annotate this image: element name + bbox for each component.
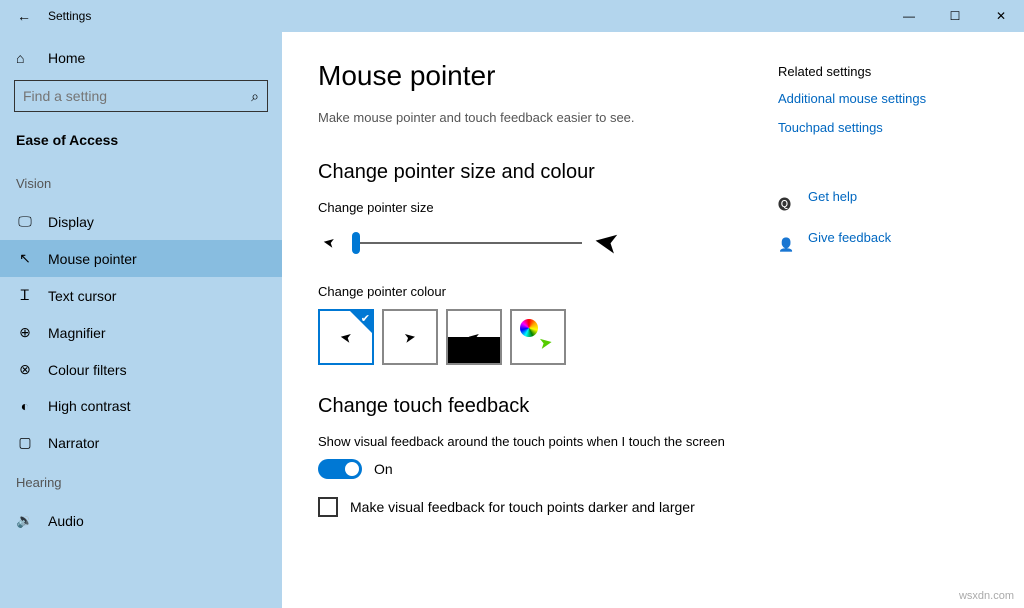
home-label: Home [48, 50, 85, 66]
colour-filters-icon: ⊗ [16, 361, 34, 378]
sidebar-item-audio[interactable]: 🔉 Audio [0, 502, 282, 539]
nav-label: Display [48, 214, 94, 230]
home-icon: ⌂ [16, 50, 34, 66]
pointer-colour-label: Change pointer colour [318, 284, 778, 299]
colour-custom[interactable]: ➤ [510, 309, 566, 365]
link-touchpad[interactable]: Touchpad settings [778, 120, 988, 135]
sidebar-item-text-cursor[interactable]: Ꮖ Text cursor [0, 277, 282, 314]
help-icon: 🅠 [778, 194, 796, 213]
sidebar-item-display[interactable]: 🖵 Display [0, 203, 282, 240]
home-nav[interactable]: ⌂ Home [0, 40, 282, 76]
related-settings: Related settings Additional mouse settin… [778, 60, 988, 588]
page-description: Make mouse pointer and touch feedback ea… [318, 110, 778, 125]
audio-icon: 🔉 [16, 512, 34, 529]
maximize-button[interactable]: ☐ [932, 0, 978, 32]
pointer-colour-options: ✔ ➤ ➤ ➤ ➤ [318, 309, 778, 365]
main-content: Mouse pointer Make mouse pointer and tou… [282, 32, 1024, 608]
cursor-icon: ➤ [403, 328, 418, 347]
page-title: Mouse pointer [318, 60, 778, 92]
slider-thumb[interactable] [352, 232, 360, 254]
pointer-size-slider[interactable]: ➤ ➤ [318, 225, 778, 260]
search-box[interactable]: ⌕ [14, 80, 268, 112]
mouse-pointer-icon: ↖ [16, 250, 34, 267]
small-pointer-icon: ➤ [318, 234, 340, 251]
watermark: wsxdn.com [959, 590, 1014, 602]
give-feedback[interactable]: 👤 Give feedback [778, 230, 988, 259]
rainbow-icon [520, 319, 538, 337]
sidebar-item-magnifier[interactable]: ⊕ Magnifier [0, 314, 282, 351]
sidebar-item-mouse-pointer[interactable]: ↖ Mouse pointer [0, 240, 282, 277]
high-contrast-icon: ◐ [16, 398, 34, 414]
nav-label: High contrast [48, 398, 130, 414]
slider-track[interactable] [352, 242, 582, 244]
nav-label: Mouse pointer [48, 251, 137, 267]
feedback-icon: 👤 [778, 237, 796, 253]
link-additional-mouse[interactable]: Additional mouse settings [778, 91, 988, 106]
sidebar-item-colour-filters[interactable]: ⊗ Colour filters [0, 351, 282, 388]
text-cursor-icon: Ꮖ [16, 287, 34, 304]
group-hearing: Hearing [0, 461, 282, 502]
get-help[interactable]: 🅠 Get help [778, 189, 988, 218]
title-bar: ← Settings — ☐ ✕ [0, 0, 1024, 32]
narrator-icon: ▢ [16, 434, 34, 451]
touch-feedback-toggle[interactable] [318, 459, 362, 479]
colour-white[interactable]: ✔ ➤ [318, 309, 374, 365]
large-pointer-icon: ➤ [594, 225, 619, 260]
sidebar-item-narrator[interactable]: ▢ Narrator [0, 424, 282, 461]
feedback-link[interactable]: Give feedback [808, 230, 891, 245]
nav-label: Magnifier [48, 325, 106, 341]
sidebar: ⌂ Home ⌕ Ease of Access Vision 🖵 Display… [0, 32, 282, 608]
pointer-size-label: Change pointer size [318, 200, 778, 215]
search-input[interactable] [23, 88, 251, 104]
darker-larger-checkbox[interactable] [318, 497, 338, 517]
group-vision: Vision [0, 162, 282, 203]
help-link[interactable]: Get help [808, 189, 857, 204]
sidebar-item-high-contrast[interactable]: ◐ High contrast [0, 388, 282, 424]
colour-inverted[interactable]: ➤ [446, 309, 502, 365]
cursor-icon: ➤ [537, 332, 554, 354]
section-heading: Ease of Access [0, 126, 282, 162]
magnifier-icon: ⊕ [16, 324, 34, 341]
section-size-colour: Change pointer size and colour [318, 161, 778, 184]
check-icon: ✔ [361, 312, 370, 325]
back-button[interactable]: ← [0, 8, 48, 24]
nav-label: Colour filters [48, 362, 127, 378]
nav-label: Audio [48, 513, 84, 529]
display-icon: 🖵 [16, 213, 34, 230]
colour-black[interactable]: ➤ [382, 309, 438, 365]
related-heading: Related settings [778, 64, 988, 79]
minimize-button[interactable]: — [886, 0, 932, 32]
cursor-icon: ➤ [339, 328, 354, 347]
nav-label: Text cursor [48, 288, 116, 304]
cursor-icon: ➤ [467, 328, 482, 347]
search-icon: ⌕ [251, 88, 259, 105]
toggle-state: On [374, 461, 393, 477]
section-touch-feedback: Change touch feedback [318, 395, 778, 418]
close-button[interactable]: ✕ [978, 0, 1024, 32]
nav-label: Narrator [48, 435, 99, 451]
checkbox-label: Make visual feedback for touch points da… [350, 499, 695, 515]
window-title: Settings [48, 9, 91, 23]
touch-feedback-desc: Show visual feedback around the touch po… [318, 434, 778, 449]
